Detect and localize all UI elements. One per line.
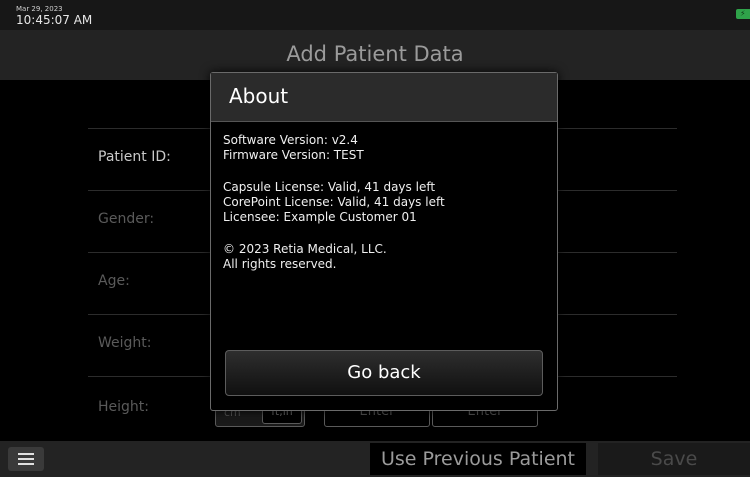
status-date: Mar 29, 2023 (16, 5, 63, 13)
page-title: Add Patient Data (286, 42, 464, 66)
status-time: 10:45:07 AM (16, 13, 93, 27)
use-previous-patient-button[interactable]: Use Previous Patient (370, 443, 586, 475)
about-dialog: About Software Version: v2.4 Firmware Ve… (210, 72, 558, 411)
about-dialog-header: About (211, 73, 557, 122)
copyright-text: © 2023 Retia Medical, LLC. (223, 242, 387, 256)
software-version-text: Software Version: v2.4 (223, 133, 358, 147)
bottom-bar: Use Previous Patient Save (0, 441, 750, 477)
gender-label: Gender: (98, 211, 155, 227)
rights-text: All rights reserved. (223, 257, 337, 271)
about-dialog-title: About (229, 84, 289, 108)
firmware-version-text: Firmware Version: TEST (223, 148, 364, 162)
licensee-text: Licensee: Example Customer 01 (223, 210, 417, 224)
corepoint-license-text: CorePoint License: Valid, 41 days left (223, 195, 445, 209)
patient-id-label: Patient ID: (98, 149, 171, 165)
save-button[interactable]: Save (598, 443, 750, 475)
status-bar: Mar 29, 2023 10:45:07 AM ⚡ (0, 0, 750, 30)
hamburger-menu-icon[interactable] (8, 447, 44, 471)
battery-plug-icon: ⚡ (736, 9, 750, 19)
capsule-license-text: Capsule License: Valid, 41 days left (223, 180, 436, 194)
weight-label: Weight: (98, 335, 152, 351)
height-label: Height: (98, 399, 149, 415)
go-back-button[interactable]: Go back (225, 350, 543, 396)
age-label: Age: (98, 273, 130, 289)
